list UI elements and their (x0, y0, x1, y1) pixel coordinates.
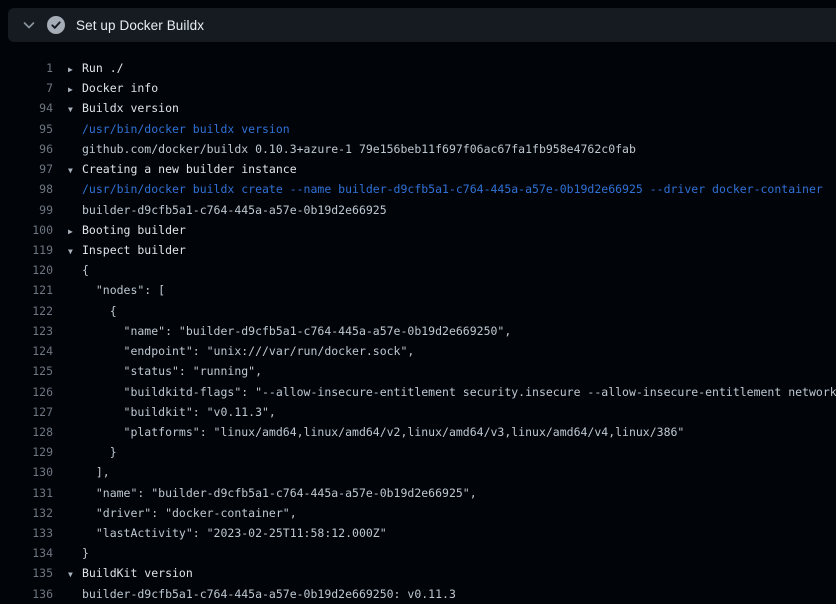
line-number[interactable]: 126 (0, 382, 53, 402)
log-text: "status": "running", (82, 361, 262, 381)
log-line-group[interactable]: 1 ▶ Run ./ (0, 58, 836, 78)
log-line: 121 "nodes": [ (0, 280, 836, 300)
log-text: } (82, 543, 89, 563)
line-number[interactable]: 132 (0, 503, 53, 523)
log-line-group[interactable]: 135 ▼ BuildKit version (0, 563, 836, 583)
log-line: 95 /usr/bin/docker buildx version (0, 119, 836, 139)
log-line-group[interactable]: 97 ▼ Creating a new builder instance (0, 159, 836, 179)
log-text: Creating a new builder instance (82, 159, 297, 179)
log-text: Inspect builder (82, 240, 186, 260)
line-number[interactable]: 120 (0, 260, 53, 280)
log-text: "platforms": "linux/amd64,linux/amd64/v2… (82, 422, 684, 442)
log-line: 120 { (0, 260, 836, 280)
line-number[interactable]: 133 (0, 523, 53, 543)
log-text: builder-d9cfb5a1-c764-445a-a57e-0b19d2e6… (82, 584, 456, 604)
line-number[interactable]: 125 (0, 361, 53, 381)
line-number[interactable]: 135 (0, 563, 53, 583)
log-text: ], (82, 462, 110, 482)
log-text: Buildx version (82, 98, 179, 118)
line-number[interactable]: 95 (0, 119, 53, 139)
line-number[interactable]: 134 (0, 543, 53, 563)
log-line-group[interactable]: 94 ▼ Buildx version (0, 98, 836, 118)
log-text: "endpoint": "unix:///var/run/docker.sock… (82, 341, 414, 361)
line-number[interactable]: 100 (0, 220, 53, 240)
log-text: /usr/bin/docker buildx create --name bui… (82, 179, 823, 199)
log-area: 1 ▶ Run ./ 7 ▶ Docker info 94 ▼ Buildx v… (0, 42, 836, 604)
group-toggle-icon[interactable]: ▶ (53, 60, 82, 80)
log-line: 132 "driver": "docker-container", (0, 503, 836, 523)
log-line: 96 github.com/docker/buildx 0.10.3+azure… (0, 139, 836, 159)
step-header[interactable]: Set up Docker Buildx (8, 8, 836, 42)
log-text: BuildKit version (82, 563, 193, 583)
log-text: "lastActivity": "2023-02-25T11:58:12.000… (82, 523, 387, 543)
log-line: 98 /usr/bin/docker buildx create --name … (0, 179, 836, 199)
line-number[interactable]: 121 (0, 280, 53, 300)
log-line: 124 "endpoint": "unix:///var/run/docker.… (0, 341, 836, 361)
log-line: 129 } (0, 442, 836, 462)
line-number[interactable]: 131 (0, 483, 53, 503)
log-text: "nodes": [ (82, 280, 165, 300)
log-line: 123 "name": "builder-d9cfb5a1-c764-445a-… (0, 321, 836, 341)
line-number[interactable]: 136 (0, 584, 53, 604)
log-line-group[interactable]: 100 ▶ Booting builder (0, 220, 836, 240)
line-number[interactable]: 130 (0, 462, 53, 482)
log-text: Docker info (82, 78, 158, 98)
log-line: 126 "buildkitd-flags": "--allow-insecure… (0, 382, 836, 402)
actions-log-page: { "header": { "title": "Set up Docker Bu… (0, 0, 836, 604)
log-text: "name": "builder-d9cfb5a1-c764-445a-a57e… (82, 321, 511, 341)
log-line: 127 "buildkit": "v0.11.3", (0, 402, 836, 422)
log-text: { (82, 260, 89, 280)
log-text: builder-d9cfb5a1-c764-445a-a57e-0b19d2e6… (82, 200, 387, 220)
line-number[interactable]: 127 (0, 402, 53, 422)
line-number[interactable]: 128 (0, 422, 53, 442)
line-number[interactable]: 124 (0, 341, 53, 361)
log-text: "buildkitd-flags": "--allow-insecure-ent… (82, 382, 836, 402)
log-line: 125 "status": "running", (0, 361, 836, 381)
group-toggle-icon[interactable]: ▼ (53, 100, 82, 120)
group-toggle-icon[interactable]: ▼ (53, 161, 82, 181)
chevron-down-icon[interactable] (21, 17, 37, 33)
log-line: 133 "lastActivity": "2023-02-25T11:58:12… (0, 523, 836, 543)
log-line: 122 { (0, 301, 836, 321)
log-line: 134 } (0, 543, 836, 563)
line-number[interactable]: 123 (0, 321, 53, 341)
check-circle-icon (47, 16, 65, 34)
line-number[interactable]: 119 (0, 240, 53, 260)
log-line-group[interactable]: 7 ▶ Docker info (0, 78, 836, 98)
log-text: github.com/docker/buildx 0.10.3+azure-1 … (82, 139, 636, 159)
log-text: "name": "builder-d9cfb5a1-c764-445a-a57e… (82, 483, 477, 503)
step-title: Set up Docker Buildx (76, 18, 204, 33)
log-text: /usr/bin/docker buildx version (82, 119, 290, 139)
line-number[interactable]: 94 (0, 98, 53, 118)
log-text: "buildkit": "v0.11.3", (82, 402, 276, 422)
log-text: Run ./ (82, 58, 124, 78)
line-number[interactable]: 7 (0, 78, 53, 98)
group-toggle-icon[interactable]: ▶ (53, 80, 82, 100)
line-number[interactable]: 99 (0, 200, 53, 220)
log-text: "driver": "docker-container", (82, 503, 297, 523)
log-line: 136 builder-d9cfb5a1-c764-445a-a57e-0b19… (0, 584, 836, 604)
line-number[interactable]: 98 (0, 179, 53, 199)
log-line-group[interactable]: 119 ▼ Inspect builder (0, 240, 836, 260)
log-line: 99 builder-d9cfb5a1-c764-445a-a57e-0b19d… (0, 200, 836, 220)
group-toggle-icon[interactable]: ▼ (53, 565, 82, 585)
log-line: 131 "name": "builder-d9cfb5a1-c764-445a-… (0, 483, 836, 503)
log-text: Booting builder (82, 220, 186, 240)
log-text: } (82, 442, 117, 462)
log-line: 128 "platforms": "linux/amd64,linux/amd6… (0, 422, 836, 442)
group-toggle-icon[interactable]: ▶ (53, 222, 82, 242)
line-number[interactable]: 129 (0, 442, 53, 462)
line-number[interactable]: 122 (0, 301, 53, 321)
line-number[interactable]: 1 (0, 58, 53, 78)
log-text: { (82, 301, 117, 321)
line-number[interactable]: 96 (0, 139, 53, 159)
log-line: 130 ], (0, 462, 836, 482)
line-number[interactable]: 97 (0, 159, 53, 179)
group-toggle-icon[interactable]: ▼ (53, 242, 82, 262)
